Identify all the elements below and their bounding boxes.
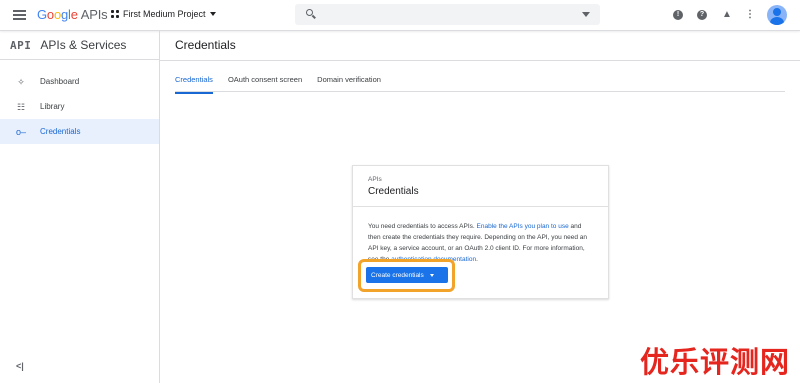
- sidebar-item-label: Dashboard: [40, 77, 80, 86]
- sidebar-item-library[interactable]: ☷ Library: [0, 94, 159, 119]
- feedback-icon[interactable]: !: [673, 10, 683, 20]
- card-title: Credentials: [368, 186, 419, 197]
- search-bar[interactable]: [295, 4, 600, 25]
- sidebar-header: API APIs & Services: [0, 31, 159, 60]
- logo-letter: e: [70, 7, 78, 22]
- menu-icon[interactable]: [13, 10, 26, 20]
- create-credentials-button[interactable]: Create credentials: [366, 267, 448, 283]
- logo-letter: o: [46, 7, 54, 22]
- sidebar-item-dashboard[interactable]: ✧ Dashboard: [0, 69, 159, 94]
- logo-apis-text: APIs: [80, 7, 108, 22]
- avatar[interactable]: [767, 5, 787, 25]
- key-icon: o–: [16, 126, 27, 137]
- sidebar-item-label: Library: [40, 102, 65, 111]
- help-icon[interactable]: ?: [697, 10, 707, 20]
- dashboard-icon: ✧: [17, 76, 25, 87]
- divider: [175, 91, 785, 92]
- project-selector[interactable]: First Medium Project: [111, 9, 216, 19]
- sidebar: API APIs & Services ✧ Dashboard ☷ Librar…: [0, 31, 160, 383]
- chevron-down-icon[interactable]: [582, 12, 590, 17]
- divider: [353, 206, 608, 207]
- search-icon: [306, 9, 313, 16]
- sidebar-title: APIs & Services: [40, 38, 127, 52]
- card-text: You need credentials to access APIs.: [368, 223, 477, 230]
- divider: [160, 60, 800, 61]
- api-logo: API: [10, 38, 32, 52]
- logo-letter: G: [37, 7, 47, 22]
- more-options-icon[interactable]: ⋮: [745, 10, 755, 20]
- page-title: Credentials: [175, 38, 236, 52]
- enable-apis-link[interactable]: Enable the APIs you plan to use: [477, 223, 569, 230]
- create-credentials-label: Create credentials: [371, 271, 424, 279]
- top-bar: Google APIs First Medium Project ! ? ▲ ⋮: [0, 0, 800, 31]
- google-apis-logo[interactable]: Google APIs: [37, 7, 108, 22]
- card-text: .: [476, 256, 478, 263]
- sidebar-item-credentials[interactable]: o– Credentials: [0, 119, 159, 144]
- card-eyebrow: APIs: [368, 176, 382, 183]
- watermark: 优乐评测网: [640, 345, 791, 379]
- project-name: First Medium Project: [123, 9, 206, 19]
- notifications-icon[interactable]: ▲: [722, 10, 732, 20]
- chevron-down-icon: [429, 273, 434, 277]
- logo-letter: o: [53, 7, 61, 22]
- collapse-sidebar-icon[interactable]: <|: [16, 361, 24, 371]
- logo-letter: g: [60, 7, 69, 22]
- sidebar-item-label: Credentials: [40, 127, 81, 136]
- library-icon: ☷: [16, 101, 26, 112]
- chevron-down-icon: [209, 12, 216, 16]
- project-icon: [111, 10, 119, 18]
